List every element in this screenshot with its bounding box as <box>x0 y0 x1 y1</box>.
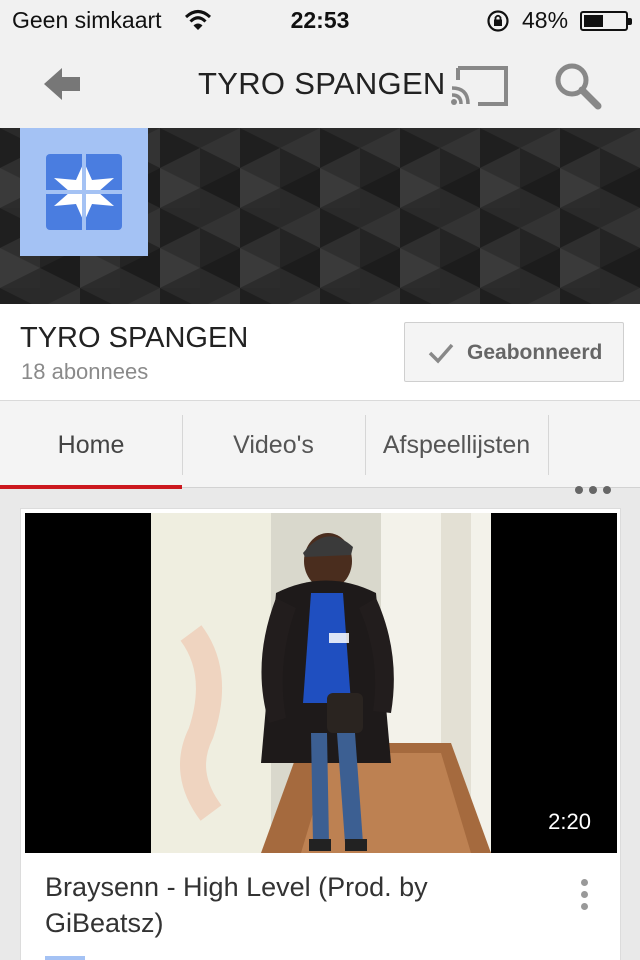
uploader-avatar <box>45 956 85 960</box>
channel-tabs: Home Video's Afspeellijsten <box>0 400 640 494</box>
page-title: TYRO SPANGEN <box>198 66 446 101</box>
back-button[interactable] <box>36 62 88 106</box>
video-card[interactable]: 2:20 Braysenn - High Level (Prod. by GiB… <box>20 508 621 960</box>
channel-avatar[interactable] <box>20 128 148 256</box>
thumbnail-photo <box>151 513 491 853</box>
tab-playlists[interactable]: Afspeellijsten <box>365 401 548 489</box>
checkmark-icon <box>428 343 454 364</box>
status-bar: Geen simkaart 22:53 48% <box>0 0 640 40</box>
app-bar: TYRO SPANGEN <box>0 40 640 128</box>
battery-icon <box>580 11 632 31</box>
subscribed-button[interactable]: Geabonneerd <box>404 322 624 382</box>
cast-icon <box>451 66 508 106</box>
video-duration: 2:20 <box>548 809 591 834</box>
channel-header: TYRO SPANGEN 18 abonnees Geabonneerd <box>0 304 640 400</box>
subscribed-label: Geabonneerd <box>467 341 603 364</box>
tab-home[interactable]: Home <box>0 401 182 489</box>
active-tab-indicator <box>0 485 182 489</box>
battery-percent: 48% <box>522 7 569 33</box>
subscriber-count: 18 abonnees <box>21 359 149 384</box>
search-button[interactable] <box>550 58 604 112</box>
back-arrow-icon <box>44 68 80 100</box>
channel-name: TYRO SPANGEN <box>20 322 249 354</box>
video-menu-button[interactable] <box>581 879 593 919</box>
tab-more[interactable] <box>548 401 640 494</box>
search-icon <box>555 63 602 110</box>
channel-banner <box>0 128 640 304</box>
video-thumbnail[interactable]: 2:20 <box>25 513 617 853</box>
rotation-lock-icon <box>486 9 510 38</box>
video-title[interactable]: Braysenn - High Level (Prod. by GiBeatsz… <box>45 869 545 941</box>
default-channel-icon <box>46 154 122 230</box>
tab-videos[interactable]: Video's <box>182 401 365 489</box>
cast-button[interactable] <box>450 64 510 108</box>
